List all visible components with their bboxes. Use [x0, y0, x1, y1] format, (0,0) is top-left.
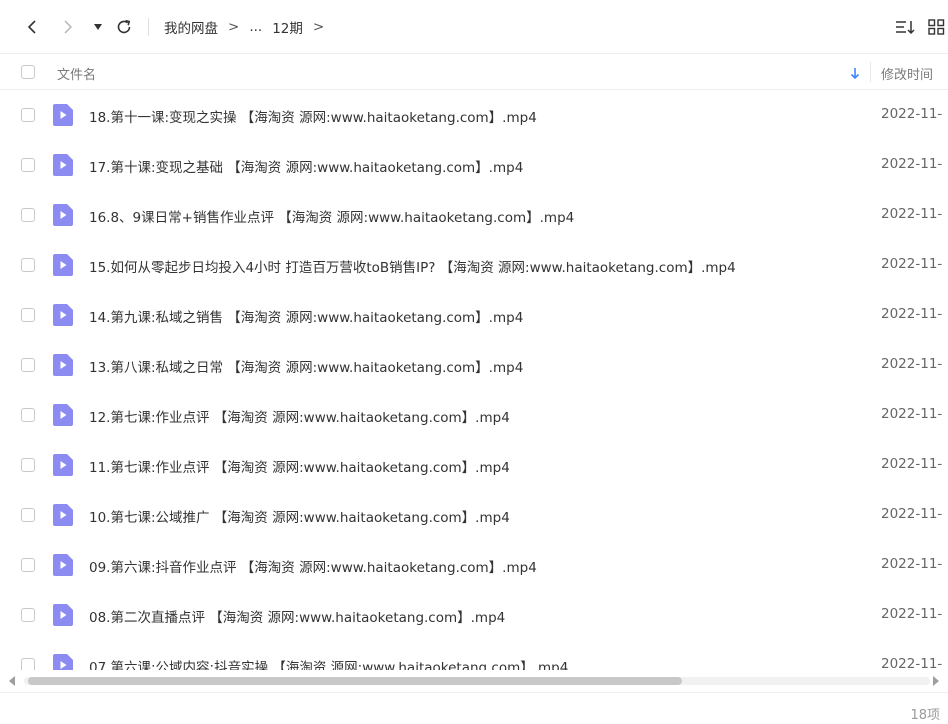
- file-name[interactable]: 09.第六课:抖音作业点评 【海淘资 源网:www.haitaoketang.c…: [89, 556, 537, 576]
- video-file-icon: [53, 504, 73, 526]
- row-checkbox[interactable]: [21, 558, 35, 572]
- row-checkbox[interactable]: [21, 158, 35, 172]
- file-modified-time: 2022-11-: [881, 506, 943, 522]
- file-modified-time: 2022-11-: [881, 206, 943, 222]
- file-modified-time: 2022-11-: [881, 156, 943, 172]
- file-modified-time: 2022-11-: [881, 606, 943, 622]
- refresh-icon: [117, 19, 131, 34]
- breadcrumb: 我的网盘 > ... 12期 >: [164, 17, 334, 37]
- breadcrumb-separator: >: [312, 19, 325, 35]
- video-file-icon: [53, 654, 73, 670]
- video-file-icon: [53, 604, 73, 626]
- chevron-left-icon: [27, 20, 36, 34]
- file-name[interactable]: 16.8、9课日常+销售作业点评 【海淘资 源网:www.haitaoketan…: [89, 206, 574, 226]
- row-checkbox[interactable]: [21, 258, 35, 272]
- breadcrumb-separator: >: [228, 19, 240, 35]
- caret-down-icon: [94, 24, 102, 30]
- video-file-icon: [53, 254, 73, 276]
- sort-list-icon: [896, 21, 915, 35]
- history-dropdown-button[interactable]: [90, 16, 106, 38]
- file-row[interactable]: 18.第十一课:变现之实操 【海淘资 源网:www.haitaoketang.c…: [0, 90, 948, 140]
- item-count: 18项: [910, 708, 940, 723]
- refresh-button[interactable]: [113, 16, 135, 38]
- video-file-icon: [53, 454, 73, 476]
- file-modified-time: 2022-11-: [881, 106, 943, 122]
- row-checkbox[interactable]: [21, 508, 35, 522]
- chevron-right-icon: [64, 20, 73, 34]
- row-checkbox[interactable]: [21, 658, 35, 670]
- file-row[interactable]: 08.第二次直播点评 【海淘资 源网:www.haitaoketang.com】…: [0, 590, 948, 640]
- file-name[interactable]: 12.第七课:作业点评 【海淘资 源网:www.haitaoketang.com…: [89, 406, 510, 426]
- row-checkbox[interactable]: [21, 608, 35, 622]
- file-name[interactable]: 18.第十一课:变现之实操 【海淘资 源网:www.haitaoketang.c…: [89, 106, 537, 126]
- video-file-icon: [53, 404, 73, 426]
- file-modified-time: 2022-11-: [881, 556, 943, 572]
- file-name[interactable]: 14.第九课:私域之销售 【海淘资 源网:www.haitaoketang.co…: [89, 306, 523, 326]
- status-bar: 18项: [0, 692, 948, 724]
- list-header: 文件名 修改时间: [0, 54, 948, 90]
- file-row[interactable]: 13.第八课:私域之日常 【海淘资 源网:www.haitaoketang.co…: [0, 340, 948, 390]
- file-row[interactable]: 11.第七课:作业点评 【海淘资 源网:www.haitaoketang.com…: [0, 440, 948, 490]
- file-name[interactable]: 10.第七课:公域推广 【海淘资 源网:www.haitaoketang.com…: [89, 506, 510, 526]
- sort-button[interactable]: [894, 16, 918, 38]
- file-row[interactable]: 17.第十课:变现之基础 【海淘资 源网:www.haitaoketang.co…: [0, 140, 948, 190]
- video-file-icon: [53, 554, 73, 576]
- breadcrumb-item-ellipsis[interactable]: ...: [249, 19, 262, 35]
- scrollbar-thumb[interactable]: [28, 677, 682, 685]
- row-checkbox[interactable]: [21, 108, 35, 122]
- sort-direction-indicator[interactable]: [850, 65, 860, 84]
- grid-view-icon: [928, 19, 945, 35]
- video-file-icon: [53, 154, 73, 176]
- file-modified-time: 2022-11-: [881, 256, 943, 272]
- file-modified-time: 2022-11-: [881, 406, 943, 422]
- file-row[interactable]: 14.第九课:私域之销售 【海淘资 源网:www.haitaoketang.co…: [0, 290, 948, 340]
- toolbar: 我的网盘 > ... 12期 >: [0, 0, 948, 54]
- breadcrumb-item-root[interactable]: 我的网盘: [164, 17, 218, 37]
- file-modified-time: 2022-11-: [881, 456, 943, 472]
- forward-button[interactable]: [58, 16, 78, 38]
- horizontal-scrollbar[interactable]: [0, 672, 948, 690]
- file-name[interactable]: 13.第八课:私域之日常 【海淘资 源网:www.haitaoketang.co…: [89, 356, 523, 376]
- row-checkbox[interactable]: [21, 408, 35, 422]
- file-name[interactable]: 17.第十课:变现之基础 【海淘资 源网:www.haitaoketang.co…: [89, 156, 523, 176]
- row-checkbox[interactable]: [21, 208, 35, 222]
- view-toggle-button[interactable]: [928, 16, 948, 38]
- column-divider[interactable]: [870, 62, 871, 82]
- back-button[interactable]: [22, 16, 42, 38]
- select-all-checkbox[interactable]: [21, 65, 35, 79]
- file-modified-time: 2022-11-: [881, 356, 943, 372]
- column-header-name[interactable]: 文件名: [57, 64, 96, 83]
- file-name[interactable]: 07.第六课:公域内容:抖音实操 【海淘资 源网:www.haitaoketan…: [89, 656, 568, 670]
- video-file-icon: [53, 204, 73, 226]
- toolbar-divider: [148, 18, 149, 36]
- arrow-down-icon: [850, 68, 860, 80]
- breadcrumb-item-current[interactable]: 12期: [272, 17, 303, 37]
- file-list: 18.第十一课:变现之实操 【海淘资 源网:www.haitaoketang.c…: [0, 90, 948, 670]
- row-checkbox[interactable]: [21, 358, 35, 372]
- file-row[interactable]: 10.第七课:公域推广 【海淘资 源网:www.haitaoketang.com…: [0, 490, 948, 540]
- file-name[interactable]: 11.第七课:作业点评 【海淘资 源网:www.haitaoketang.com…: [89, 456, 510, 476]
- file-modified-time: 2022-11-: [881, 306, 943, 322]
- file-row[interactable]: 12.第七课:作业点评 【海淘资 源网:www.haitaoketang.com…: [0, 390, 948, 440]
- scroll-left-arrow-icon[interactable]: [8, 676, 16, 686]
- scroll-right-arrow-icon[interactable]: [932, 676, 940, 686]
- file-modified-time: 2022-11-: [881, 656, 943, 670]
- file-row[interactable]: 16.8、9课日常+销售作业点评 【海淘资 源网:www.haitaoketan…: [0, 190, 948, 240]
- file-name[interactable]: 08.第二次直播点评 【海淘资 源网:www.haitaoketang.com】…: [89, 606, 505, 626]
- row-checkbox[interactable]: [21, 458, 35, 472]
- file-row[interactable]: 15.如何从零起步日均投入4小时 打造百万营收toB销售IP? 【海淘资 源网:…: [0, 240, 948, 290]
- video-file-icon: [53, 104, 73, 126]
- video-file-icon: [53, 354, 73, 376]
- file-row[interactable]: 07.第六课:公域内容:抖音实操 【海淘资 源网:www.haitaoketan…: [0, 640, 948, 670]
- video-file-icon: [53, 304, 73, 326]
- row-checkbox[interactable]: [21, 308, 35, 322]
- file-row[interactable]: 09.第六课:抖音作业点评 【海淘资 源网:www.haitaoketang.c…: [0, 540, 948, 590]
- file-name[interactable]: 15.如何从零起步日均投入4小时 打造百万营收toB销售IP? 【海淘资 源网:…: [89, 256, 736, 276]
- column-header-modified-time[interactable]: 修改时间: [881, 64, 933, 83]
